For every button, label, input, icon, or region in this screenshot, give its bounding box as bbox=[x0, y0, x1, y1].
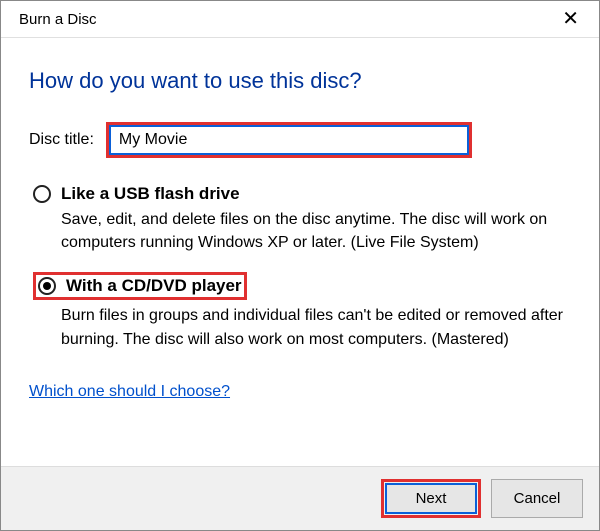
option-cd-highlight: With a CD/DVD player bbox=[33, 272, 247, 300]
option-usb-desc: Save, edit, and delete files on the disc… bbox=[33, 208, 571, 254]
dialog-footer: Next Cancel bbox=[1, 466, 599, 530]
radio-icon[interactable] bbox=[33, 185, 51, 203]
close-icon[interactable]: ✕ bbox=[554, 9, 587, 29]
option-cd-head: With a CD/DVD player bbox=[33, 272, 571, 300]
disc-title-input[interactable] bbox=[109, 125, 469, 155]
disc-title-row: Disc title: bbox=[29, 122, 571, 158]
help-link[interactable]: Which one should I choose? bbox=[29, 383, 230, 401]
titlebar: Burn a Disc ✕ bbox=[1, 1, 599, 38]
option-cd-desc: Burn files in groups and individual file… bbox=[33, 304, 571, 350]
option-usb-title: Like a USB flash drive bbox=[61, 184, 240, 204]
disc-title-label: Disc title: bbox=[29, 131, 94, 149]
option-cd-title: With a CD/DVD player bbox=[66, 276, 242, 296]
option-usb-head: Like a USB flash drive bbox=[33, 184, 571, 204]
next-button[interactable]: Next bbox=[385, 483, 477, 514]
dialog-content: How do you want to use this disc? Disc t… bbox=[1, 38, 599, 401]
radio-icon[interactable] bbox=[38, 277, 56, 295]
window-title: Burn a Disc bbox=[19, 11, 97, 28]
option-cd[interactable]: With a CD/DVD player Burn files in group… bbox=[29, 272, 571, 350]
next-button-highlight: Next bbox=[381, 479, 481, 518]
disc-title-highlight bbox=[106, 122, 472, 158]
cancel-button[interactable]: Cancel bbox=[491, 479, 583, 518]
page-heading: How do you want to use this disc? bbox=[29, 68, 571, 94]
option-usb[interactable]: Like a USB flash drive Save, edit, and d… bbox=[29, 184, 571, 254]
